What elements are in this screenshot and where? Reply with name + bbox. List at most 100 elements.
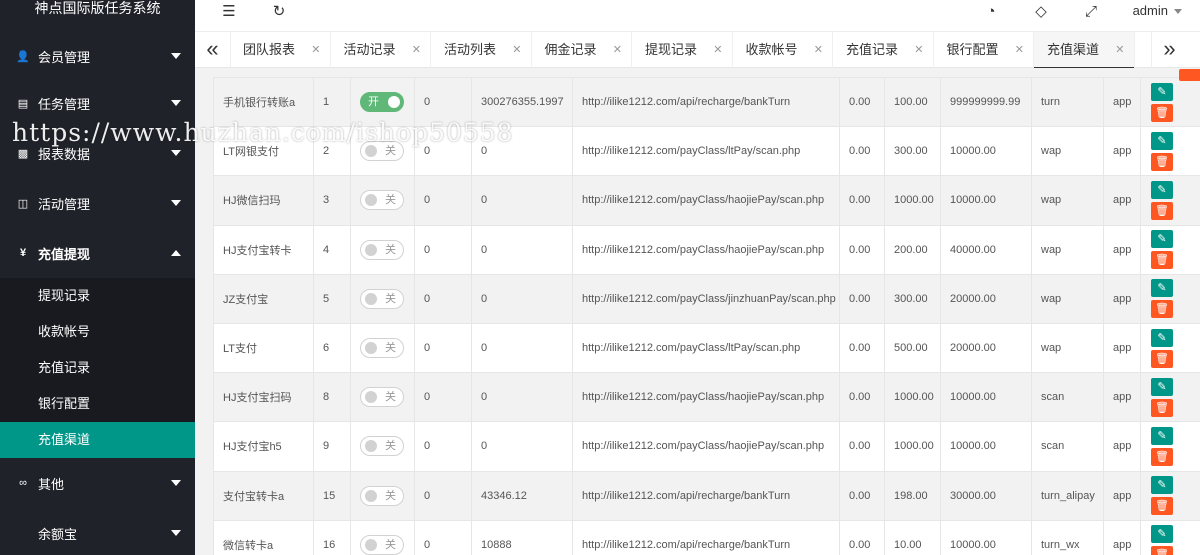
delete-button[interactable]: 🗑: [1151, 300, 1173, 319]
tab-recharge-records[interactable]: 充值记录 ✕: [833, 32, 934, 68]
table-row: JZ支付宝 5 关 0 0 http://ilike1212.com/payClass/j…: [213, 273, 1200, 324]
table-row: 微信转卡a 16 关 0 10888 http://ilike1212.com/api/r…: [213, 519, 1200, 555]
tab-scroll-left-icon[interactable]: «: [195, 32, 231, 68]
edit-icon: ✎: [1157, 183, 1167, 196]
close-icon[interactable]: ✕: [713, 32, 722, 68]
tag-icon[interactable]: ◇: [1029, 2, 1053, 22]
tab-recharge-channels[interactable]: 充值渠道 ✕: [1034, 32, 1135, 69]
cell-max: 10000.00: [940, 421, 1032, 472]
submenu-recharge-records[interactable]: 充值记录: [0, 350, 195, 386]
sidebar-item-recharge-withdraw[interactable]: ¥ 充值提现: [0, 228, 195, 278]
status-toggle[interactable]: 关: [360, 436, 404, 457]
delete-button[interactable]: 🗑: [1151, 546, 1173, 555]
sidebar-item-other[interactable]: ∞ 其他: [0, 458, 195, 508]
delete-button[interactable]: 🗑: [1151, 398, 1173, 417]
close-icon[interactable]: ✕: [512, 32, 521, 68]
delete-button[interactable]: 🗑: [1151, 447, 1173, 466]
cell-id: 4: [313, 224, 351, 275]
delete-button[interactable]: [1179, 69, 1200, 81]
delete-button[interactable]: 🗑: [1151, 152, 1173, 171]
edit-button[interactable]: ✎: [1151, 476, 1173, 495]
delete-button[interactable]: 🗑: [1151, 497, 1173, 516]
delete-button[interactable]: 🗑: [1151, 201, 1173, 220]
edit-button[interactable]: ✎: [1151, 377, 1173, 396]
cell-fee: 0.00: [839, 76, 885, 128]
user-menu[interactable]: admin: [1133, 2, 1182, 20]
refresh-icon[interactable]: ↻: [267, 2, 291, 22]
delete-button[interactable]: 🗑: [1151, 251, 1173, 270]
tab-commission-records[interactable]: 佣金记录 ✕: [532, 32, 632, 68]
actions-cell: ✎🗑: [1140, 273, 1200, 324]
sidebar-item-label: 活动管理: [38, 196, 91, 212]
status-toggle[interactable]: 关: [360, 239, 404, 260]
edit-button[interactable]: ✎: [1151, 279, 1173, 298]
close-icon[interactable]: ✕: [1015, 32, 1024, 68]
edit-button[interactable]: ✎: [1151, 230, 1173, 249]
tab-scroll-right-icon[interactable]: »: [1151, 32, 1187, 68]
cell-c4: 0: [471, 322, 573, 374]
cell-id: 16: [313, 519, 351, 555]
close-icon[interactable]: ✕: [412, 32, 421, 68]
close-icon[interactable]: ✕: [814, 32, 823, 68]
close-icon[interactable]: ✕: [914, 32, 923, 68]
tab-team-report[interactable]: 团队报表 ✕: [230, 32, 331, 68]
cell-fee: 0.00: [839, 421, 885, 472]
status-toggle[interactable]: 关: [360, 190, 404, 211]
toggle-label: 关: [385, 243, 396, 256]
tab-activity-records[interactable]: 活动记录 ✕: [331, 32, 431, 68]
sidebar-item-balance[interactable]: 余额宝: [0, 508, 195, 555]
sidebar-item-tasks[interactable]: ▤ 任务管理: [0, 78, 195, 128]
delete-button[interactable]: 🗑: [1151, 103, 1173, 122]
status-toggle[interactable]: 关: [360, 141, 404, 162]
document-icon: ▤: [17, 97, 29, 110]
edit-icon: ✎: [1157, 479, 1167, 492]
tab-receiving-accounts[interactable]: 收款帐号 ✕: [733, 32, 833, 68]
status-cell: 关: [350, 273, 415, 324]
cell-url: http://ilike1212.com/payClass/haojiePay/…: [572, 175, 840, 226]
delete-button[interactable]: 🗑: [1151, 349, 1173, 368]
status-toggle[interactable]: 关: [360, 534, 404, 555]
tab-activity-list[interactable]: 活动列表 ✕: [431, 32, 532, 68]
cell-min: 100.00: [884, 76, 941, 128]
edit-button[interactable]: ✎: [1151, 82, 1173, 101]
submenu-withdraw-records[interactable]: 提现记录: [0, 278, 195, 314]
cell-mode: wap: [1031, 126, 1104, 177]
table-row: HJ支付宝h5 9 关 0 0 http://ilike1212.com/payClass…: [213, 421, 1200, 472]
edit-button[interactable]: ✎: [1151, 525, 1173, 544]
close-icon[interactable]: ✕: [1115, 32, 1124, 68]
edit-button[interactable]: ✎: [1151, 426, 1173, 445]
submenu-receiving-accounts[interactable]: 收款帐号: [0, 314, 195, 350]
tab-withdraw-records[interactable]: 提现记录 ✕: [632, 32, 733, 68]
actions-cell: ✎🗑: [1140, 224, 1200, 275]
tab-bank-config[interactable]: 银行配置 ✕: [934, 32, 1034, 68]
edit-button[interactable]: ✎: [1151, 180, 1173, 199]
status-toggle[interactable]: 关: [360, 288, 404, 309]
edit-icon: ✎: [1157, 85, 1167, 98]
fullscreen-icon[interactable]: ⤢: [1079, 2, 1103, 22]
cell-min: 198.00: [884, 470, 941, 521]
submenu-bank-config[interactable]: 银行配置: [0, 386, 195, 422]
edit-button[interactable]: ✎: [1151, 328, 1173, 347]
edit-icon: ✎: [1157, 331, 1167, 344]
theme-icon[interactable]: ◔: [979, 2, 1003, 22]
sidebar-item-members[interactable]: 👤 会员管理: [0, 34, 195, 78]
toggle-label: 关: [385, 538, 396, 551]
cell-max: 10000.00: [940, 126, 1032, 177]
status-toggle[interactable]: 开: [360, 92, 404, 113]
sidebar-item-reports[interactable]: ▩ 报表数据: [0, 128, 195, 178]
cell-c3: 0: [414, 421, 472, 472]
close-icon[interactable]: ✕: [311, 32, 320, 68]
status-toggle[interactable]: 关: [360, 338, 404, 359]
status-toggle[interactable]: 关: [360, 387, 404, 408]
sidebar-item-activities[interactable]: ◫ 活动管理: [0, 178, 195, 228]
cell-client: app: [1103, 519, 1141, 555]
submenu-recharge-channels[interactable]: 充值渠道: [0, 422, 195, 458]
edit-button[interactable]: ✎: [1151, 131, 1173, 150]
menu-toggle-icon[interactable]: ☰: [217, 2, 241, 22]
cell-client: app: [1103, 175, 1141, 226]
status-toggle[interactable]: 关: [360, 485, 404, 506]
status-cell: 开: [350, 76, 415, 128]
actions-cell: ✎🗑: [1140, 372, 1200, 423]
toggle-label: 关: [385, 342, 396, 355]
close-icon[interactable]: ✕: [613, 32, 622, 68]
